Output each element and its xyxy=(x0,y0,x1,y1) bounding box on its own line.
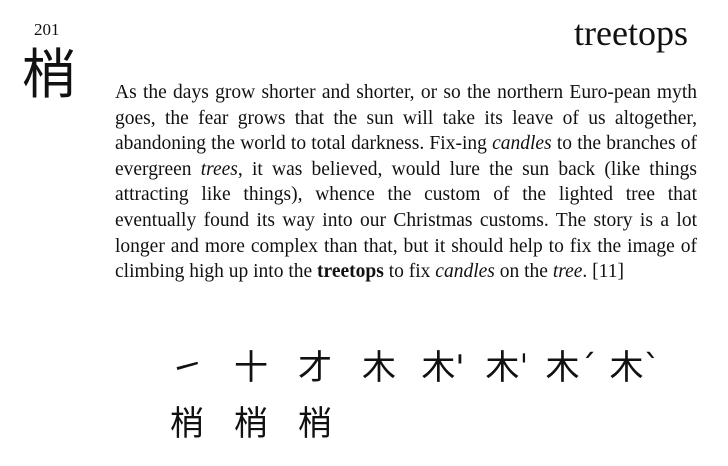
stroke-step: 木 xyxy=(362,348,396,388)
stroke-step: 木' xyxy=(421,348,465,388)
story-part: to fix xyxy=(383,261,436,283)
story-emphasis: candles xyxy=(435,261,495,283)
stroke-step: 木ˋ xyxy=(609,348,661,388)
stroke-step: 才 xyxy=(298,348,332,388)
keyword-title: treetops xyxy=(574,13,688,53)
story-emphasis: candles xyxy=(492,133,552,155)
story-keyword: treetops xyxy=(317,261,384,283)
stroke-step: ㇀ xyxy=(170,348,204,388)
story-emphasis: tree xyxy=(552,261,583,283)
story-emphasis: trees xyxy=(200,158,238,180)
stroke-row-2: 梢 梢 梢 xyxy=(155,396,675,452)
story-part: . [11] xyxy=(582,261,624,283)
stroke-step: 木ˈ xyxy=(485,348,529,388)
kanji-character: 梢 xyxy=(22,43,76,106)
stroke-order-diagram: ㇀ 十 才 木 木' 木ˈ 木ˊ 木ˋ 梢 梢 梢 xyxy=(155,340,675,452)
stroke-step: 木ˊ xyxy=(545,348,597,388)
frame-number: 201 xyxy=(34,20,60,39)
stroke-step: 梢 xyxy=(298,404,332,444)
story-text: As the days grow shorter and shorter, or… xyxy=(115,80,697,285)
stroke-step: 梢 xyxy=(170,404,204,444)
stroke-row-1: ㇀ 十 才 木 木' 木ˈ 木ˊ 木ˋ xyxy=(155,340,675,396)
stroke-step: 梢 xyxy=(234,404,268,444)
stroke-step: 十 xyxy=(234,348,268,388)
story-part: on the xyxy=(494,261,553,283)
